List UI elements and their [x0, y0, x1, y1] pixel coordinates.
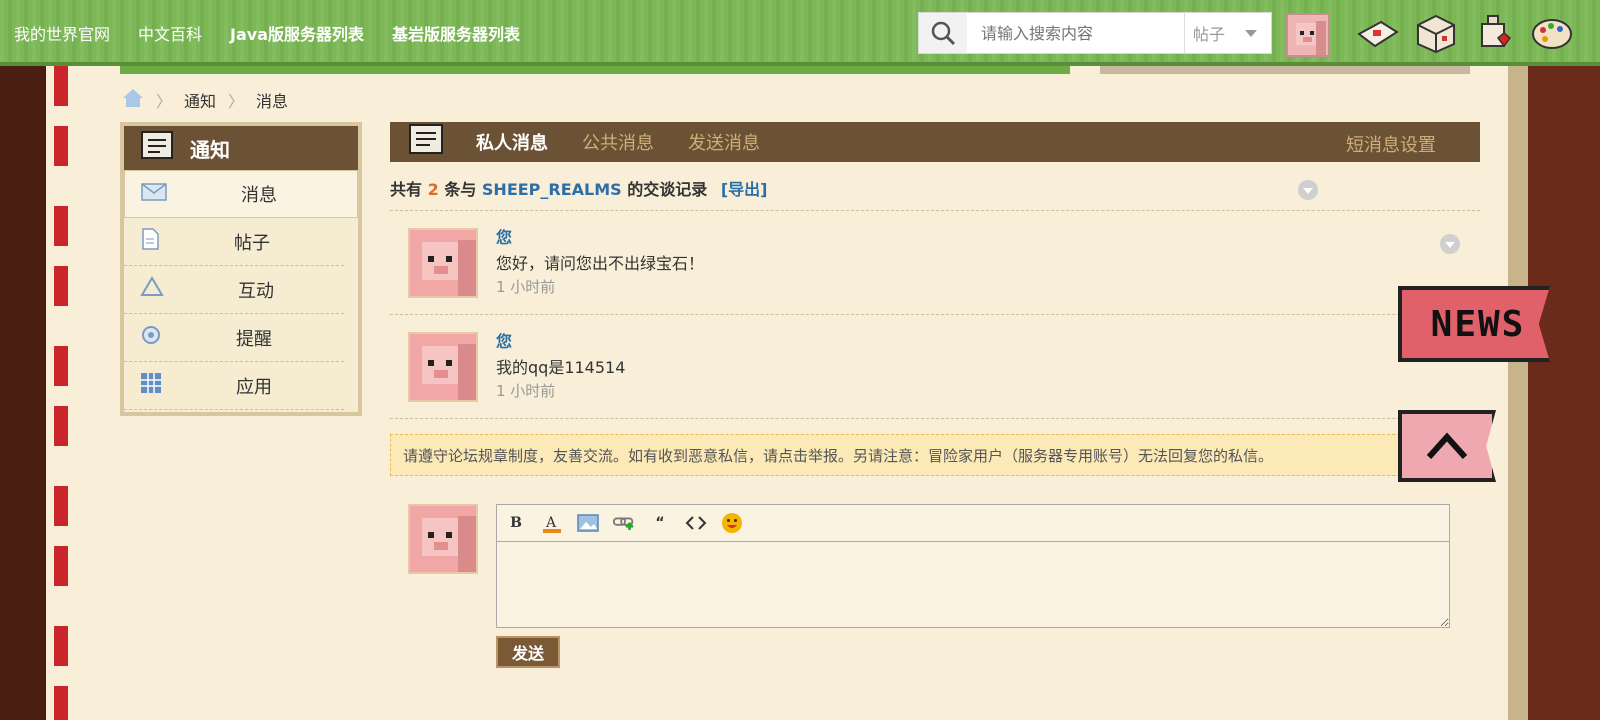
- quote-icon[interactable]: “: [649, 512, 671, 534]
- scroll-icon: [404, 121, 450, 163]
- nav-bedrock-server-list[interactable]: 基岩版服务器列表: [392, 21, 520, 45]
- user-avatar[interactable]: [1286, 13, 1330, 57]
- message-item: 您 您好，请问您出不出绿宝石！ 1 小时前: [408, 224, 1468, 314]
- breadcrumb-notifications[interactable]: 通知: [184, 88, 216, 112]
- palette-icon[interactable]: [1530, 12, 1574, 56]
- chevron-up-icon: [1426, 432, 1468, 460]
- crafting-table-icon[interactable]: [1414, 12, 1458, 56]
- top-nav-links: 我的世界官网 中文百科 Java版服务器列表 基岩版服务器列表: [14, 21, 520, 45]
- envelope-icon: [141, 182, 167, 206]
- right-border-decoration: [1508, 66, 1600, 720]
- editor-toolbar: B A “: [497, 505, 1449, 542]
- breadcrumb-separator: 〉: [228, 92, 245, 111]
- top-nav-bar: 我的世界官网 中文百科 Java版服务器列表 基岩版服务器列表 帖子: [0, 0, 1600, 66]
- left-border-stripe: [46, 66, 98, 720]
- conversation-user-link[interactable]: SHEEP_REALMS: [482, 180, 622, 199]
- message-settings-link[interactable]: 短消息设置: [1346, 131, 1436, 157]
- secondary-accent-bar: [1100, 66, 1470, 74]
- message-text: 您好，请问您出不出绿宝石！: [496, 254, 705, 273]
- search-scope-label: 帖子: [1193, 25, 1226, 44]
- sidebar-item-interactions[interactable]: 互动: [124, 266, 344, 314]
- font-color-icon[interactable]: A: [541, 512, 563, 534]
- home-icon[interactable]: [122, 88, 144, 112]
- recycle-icon: [140, 276, 164, 303]
- nav-java-server-list[interactable]: Java版服务器列表: [230, 21, 364, 45]
- nav-wiki[interactable]: 中文百科: [138, 21, 202, 45]
- message-textarea[interactable]: [497, 542, 1449, 627]
- code-icon[interactable]: [685, 512, 707, 534]
- conversation-summary: 共有 2 条与 SHEEP_REALMS 的交谈记录 [导出]: [390, 176, 768, 200]
- message-time: 1 小时前: [496, 278, 556, 296]
- sidebar-item-apps[interactable]: 应用: [124, 362, 344, 410]
- breadcrumb-messages: 消息: [256, 92, 289, 111]
- breadcrumb: 〉 通知 〉 消息: [122, 88, 288, 112]
- progress-accent-bar: [120, 66, 1070, 74]
- message-time: 1 小时前: [496, 382, 556, 400]
- search-input[interactable]: [967, 13, 1185, 53]
- breadcrumb-separator: 〉: [156, 92, 173, 111]
- tab-send-message[interactable]: 发送消息: [688, 129, 760, 155]
- image-icon[interactable]: [577, 512, 599, 534]
- divider: [390, 418, 1480, 419]
- sidebar-item-label: 帖子: [234, 232, 270, 254]
- sidebar-item-label: 互动: [238, 280, 274, 302]
- export-link[interactable]: [导出]: [721, 180, 768, 199]
- message-text: 我的qq是114514: [496, 358, 626, 377]
- tab-private-messages[interactable]: 私人消息: [476, 129, 548, 155]
- message-author[interactable]: 您: [496, 224, 512, 248]
- summary-middle: 条与: [444, 180, 477, 199]
- grid-icon: [140, 372, 162, 399]
- notification-sidebar: 通知 消息 帖子 互动 提醒 应用: [120, 122, 362, 416]
- potion-icon[interactable]: [1472, 12, 1516, 56]
- message-editor: B A “: [496, 504, 1450, 628]
- message-avatar[interactable]: [408, 228, 478, 298]
- send-button[interactable]: 发送: [496, 636, 560, 668]
- divider: [390, 314, 1480, 315]
- message-tabs: 私人消息 公共消息 发送消息 短消息设置: [390, 122, 1480, 162]
- bold-icon[interactable]: B: [505, 512, 527, 534]
- top-icon-group: [1356, 12, 1574, 56]
- chevron-down-icon: [1245, 29, 1257, 37]
- rules-notice: 请遵守论坛规章制度，友善交流。如有收到恶意私信，请点击举报。另请注意：冒险家用户…: [390, 434, 1400, 476]
- sidebar-item-posts[interactable]: 帖子: [124, 218, 344, 266]
- sidebar-item-label: 消息: [241, 185, 277, 206]
- scroll-icon: [138, 128, 178, 169]
- right-border-inner: [1508, 66, 1528, 720]
- brick-pattern: [54, 66, 68, 720]
- back-to-top-button[interactable]: [1398, 410, 1496, 482]
- mail-icon[interactable]: [1356, 12, 1400, 56]
- search-scope-select[interactable]: 帖子: [1185, 13, 1271, 53]
- news-badge[interactable]: NEWS: [1398, 286, 1550, 362]
- message-item: 您 我的qq是114514 1 小时前: [408, 328, 1468, 418]
- message-count: 2: [427, 180, 439, 199]
- sidebar-item-label: 应用: [236, 376, 272, 398]
- search-box: 帖子: [918, 12, 1272, 54]
- compose-avatar: [408, 504, 478, 574]
- collapse-toggle-icon[interactable]: [1298, 180, 1318, 200]
- emoji-icon[interactable]: [721, 512, 743, 534]
- link-icon[interactable]: [613, 512, 635, 534]
- svg-text:A: A: [545, 515, 557, 531]
- gear-icon: [140, 324, 162, 351]
- divider: [390, 210, 1480, 211]
- document-icon: [140, 228, 160, 255]
- sidebar-header: 通知: [124, 126, 358, 170]
- message-author[interactable]: 您: [496, 328, 512, 352]
- message-avatar[interactable]: [408, 332, 478, 402]
- left-border-decoration: [0, 66, 98, 720]
- search-icon[interactable]: [919, 13, 967, 53]
- sidebar-title: 通知: [190, 137, 230, 162]
- summary-prefix: 共有: [390, 180, 423, 199]
- summary-suffix: 的交谈记录: [627, 180, 708, 199]
- sidebar-item-label: 提醒: [236, 328, 272, 350]
- message-options-icon[interactable]: [1440, 234, 1460, 254]
- sidebar-item-reminders[interactable]: 提醒: [124, 314, 344, 362]
- tab-public-messages[interactable]: 公共消息: [582, 129, 654, 155]
- nav-official-site[interactable]: 我的世界官网: [14, 21, 110, 45]
- sidebar-item-messages[interactable]: 消息: [124, 170, 358, 218]
